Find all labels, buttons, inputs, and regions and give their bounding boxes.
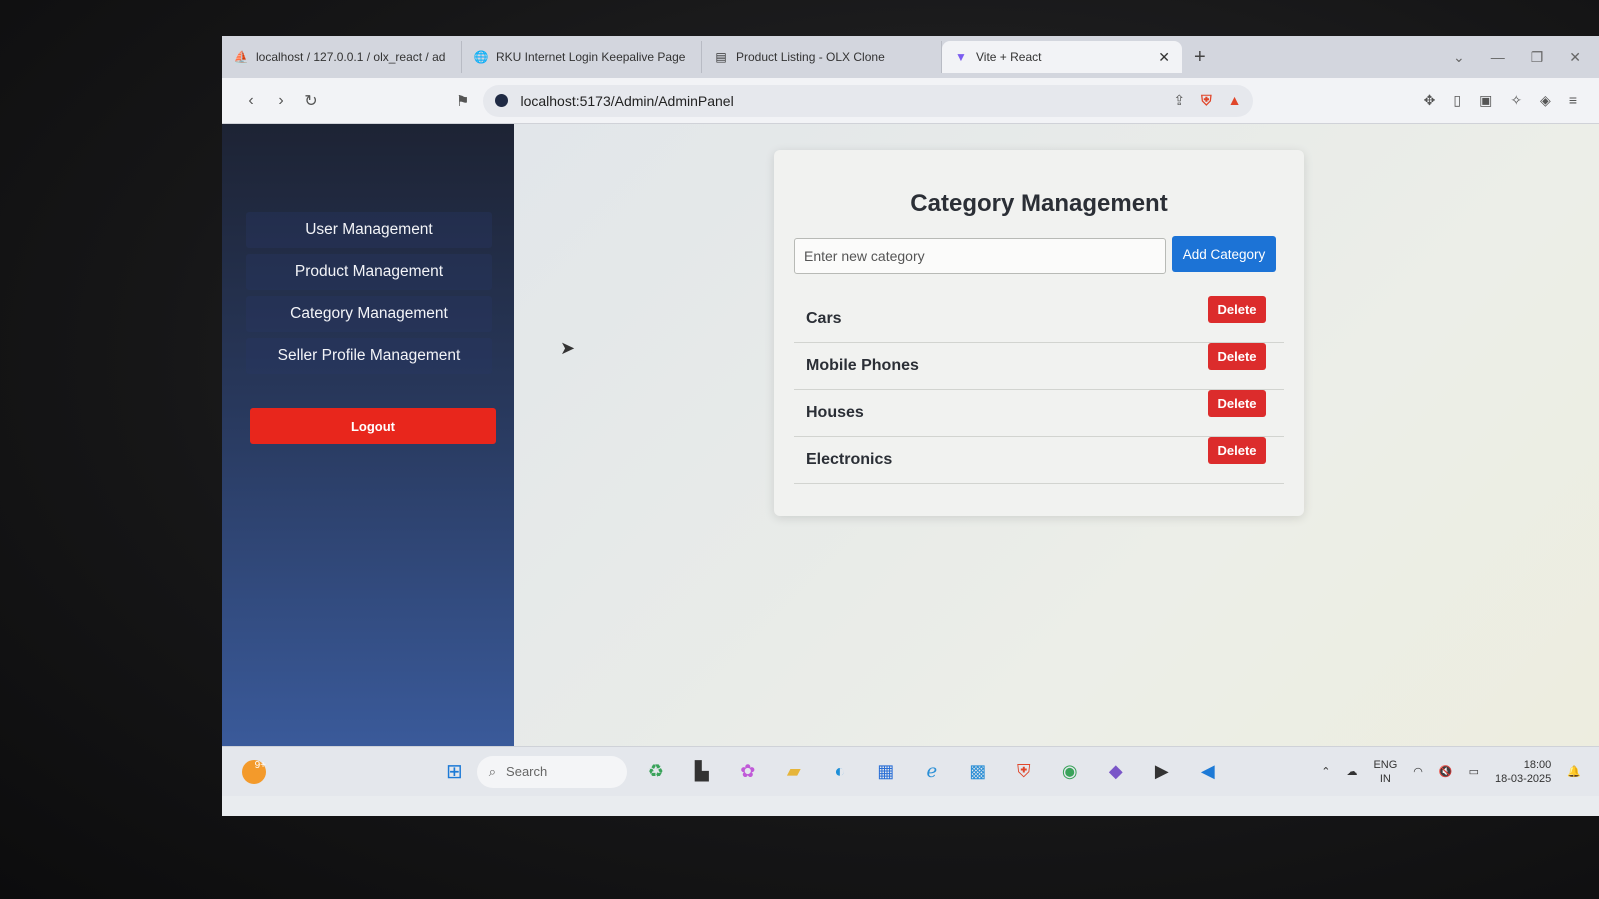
language-code: ENG (1373, 758, 1398, 771)
phpmyadmin-icon: ⛵ (233, 50, 249, 64)
address-bar-icons: ⇪ ⛨ ▲ (1173, 92, 1241, 109)
page-icon: ▤ (715, 50, 727, 64)
back-icon[interactable]: ‹ (236, 92, 266, 110)
sidebar-item-category-management[interactable]: Category Management (246, 296, 492, 332)
mouse-cursor-icon: ➤ (560, 338, 576, 358)
vpn-icon[interactable]: ◈ (1540, 92, 1551, 109)
url-text: localhost:5173/Admin/AdminPanel (520, 92, 734, 109)
onedrive-icon[interactable]: ☁ (1346, 765, 1357, 778)
copilot-icon[interactable]: ✿ (737, 761, 759, 782)
chevron-up-icon[interactable]: ⌃ (1321, 765, 1330, 778)
bookmark-icon[interactable]: ⚑ (456, 92, 469, 110)
clock[interactable]: 18:00 18-03-2025 (1495, 758, 1551, 786)
site-info-icon[interactable] (495, 94, 509, 107)
new-category-input[interactable] (794, 238, 1166, 274)
delete-button[interactable]: Delete (1208, 296, 1266, 323)
vite-icon: ▼ (955, 50, 967, 64)
mysql-icon[interactable]: ▩ (967, 761, 989, 782)
system-tray: ⌃ ☁ ENG IN ◠ 🔇 ▭ 18:00 18-03-2025 🔔 (1321, 758, 1599, 786)
language-indicator[interactable]: ENG IN (1373, 758, 1397, 786)
tab-phpmyadmin[interactable]: ⛵ localhost / 127.0.0.1 / olx_react / ad (222, 41, 462, 73)
admin-panel-page: User Management Product Management Categ… (222, 124, 1599, 746)
minimize-icon[interactable]: — (1491, 49, 1505, 66)
category-row: Electronics Delete (794, 437, 1284, 484)
sidebar-item-seller-profile-management[interactable]: Seller Profile Management (246, 338, 492, 374)
chevron-down-icon[interactable]: ⌄ (1453, 49, 1465, 66)
reload-icon[interactable]: ↻ (296, 91, 326, 111)
category-name: Houses (806, 404, 864, 421)
tab-rku-login[interactable]: 🌐 RKU Internet Login Keepalive Page (462, 41, 702, 73)
browser-tab-strip: ⛵ localhost / 127.0.0.1 / olx_react / ad… (222, 36, 1599, 78)
search-icon: ⌕ (488, 763, 497, 779)
taskbar-apps: ♻ ▙ ✿ ▰ ◐ ▦ ℯ ▩ ⛨ ◉ ◆ ▶ ◀ (645, 761, 1219, 782)
forward-icon[interactable]: › (266, 92, 296, 110)
edge-icon[interactable]: ◐ (829, 761, 851, 782)
tab-label: localhost / 127.0.0.1 / olx_react / ad (256, 50, 446, 64)
restore-icon[interactable]: ❐ (1531, 49, 1544, 66)
wifi-icon[interactable]: ◠ (1413, 765, 1423, 778)
search-placeholder: Search (506, 764, 548, 779)
brave-rewards-icon[interactable]: ▲ (1228, 92, 1242, 109)
tab-label: Vite + React (976, 50, 1042, 64)
close-window-icon[interactable]: ✕ (1569, 49, 1581, 66)
file-explorer-icon[interactable]: ▰ (783, 761, 805, 782)
terminal-icon[interactable]: ▶ (1151, 761, 1173, 782)
taskbar-search[interactable]: ⌕ Search (476, 755, 627, 788)
ie-icon[interactable]: ℯ (921, 761, 943, 782)
category-row: Mobile Phones Delete (794, 343, 1284, 390)
battery-icon[interactable]: ▭ (1469, 765, 1479, 778)
store-icon[interactable]: ▦ (875, 761, 897, 782)
tab-label: RKU Internet Login Keepalive Page (496, 50, 686, 64)
address-bar[interactable]: localhost:5173/Admin/AdminPanel ⇪ ⛨ ▲ (483, 84, 1254, 117)
delete-button[interactable]: Delete (1208, 390, 1266, 417)
task-view-icon[interactable]: ▙ (691, 761, 713, 782)
page-title: Category Management (910, 190, 1168, 217)
extensions-icon[interactable]: ✥ (1424, 92, 1436, 109)
region-code: IN (1379, 772, 1391, 785)
tab-vite-react[interactable]: ▼ Vite + React ✕ (942, 41, 1182, 73)
sidebar-icon[interactable]: ▯ (1453, 92, 1461, 109)
sidebar-item-user-management[interactable]: User Management (246, 212, 492, 248)
notifications-icon[interactable]: 🔔 (1567, 765, 1581, 778)
close-tab-icon[interactable]: ✕ (1158, 49, 1170, 66)
extension-icons: ✥ ▯ ▣ ✧ ◈ ≡ (1424, 92, 1585, 109)
delete-button[interactable]: Delete (1208, 343, 1266, 370)
leo-icon[interactable]: ✧ (1510, 92, 1522, 109)
visual-studio-icon[interactable]: ◆ (1105, 761, 1127, 782)
windows-taskbar: 9+ ⊞ ⌕ Search ♻ ▙ ✿ ▰ ◐ ▦ ℯ ▩ ⛨ ◉ ◆ ▶ ◀ … (222, 746, 1599, 796)
wallet-icon[interactable]: ▣ (1479, 92, 1492, 109)
windows-start-icon[interactable]: ⊞ (446, 759, 463, 784)
brave-icon[interactable]: ⛨ (1013, 761, 1035, 782)
new-tab-icon[interactable]: + (1182, 46, 1218, 69)
browser-toolbar: ‹ › ↻ ⚑ localhost:5173/Admin/AdminPanel … (222, 78, 1599, 124)
globe-icon: 🌐 (473, 50, 489, 64)
widgets-area[interactable]: 9+ (222, 759, 286, 784)
delete-button[interactable]: Delete (1208, 437, 1266, 464)
category-name: Mobile Phones (806, 357, 919, 374)
category-row: Cars Delete (794, 296, 1284, 343)
menu-icon[interactable]: ≡ (1569, 92, 1577, 109)
category-management-card: Category Management Add Category Cars De… (774, 150, 1304, 516)
recycle-icon[interactable]: ♻ (645, 761, 667, 782)
category-name: Electronics (806, 451, 893, 468)
category-row: Houses Delete (794, 390, 1284, 437)
category-name: Cars (806, 310, 842, 327)
logout-button[interactable]: Logout (250, 408, 496, 444)
time-text: 18:00 (1523, 758, 1552, 771)
brave-shield-icon[interactable]: ⛨ (1201, 92, 1212, 109)
widgets-icon[interactable]: 9+ (242, 759, 266, 784)
volume-muted-icon[interactable]: 🔇 (1439, 765, 1453, 778)
share-icon[interactable]: ⇪ (1173, 92, 1185, 109)
window-controls: ⌄ — ❐ ✕ (1453, 49, 1599, 66)
date-text: 18-03-2025 (1495, 772, 1552, 785)
sidebar-item-product-management[interactable]: Product Management (246, 254, 492, 290)
tab-label: Product Listing - OLX Clone (736, 50, 885, 64)
add-category-button[interactable]: Add Category (1172, 236, 1276, 272)
admin-sidebar: User Management Product Management Categ… (222, 124, 514, 746)
vscode-icon[interactable]: ◀ (1197, 761, 1219, 782)
screen: ⛵ localhost / 127.0.0.1 / olx_react / ad… (222, 36, 1599, 816)
tab-product-listing[interactable]: ▤ Product Listing - OLX Clone (702, 41, 942, 73)
chrome-icon[interactable]: ◉ (1059, 761, 1081, 782)
